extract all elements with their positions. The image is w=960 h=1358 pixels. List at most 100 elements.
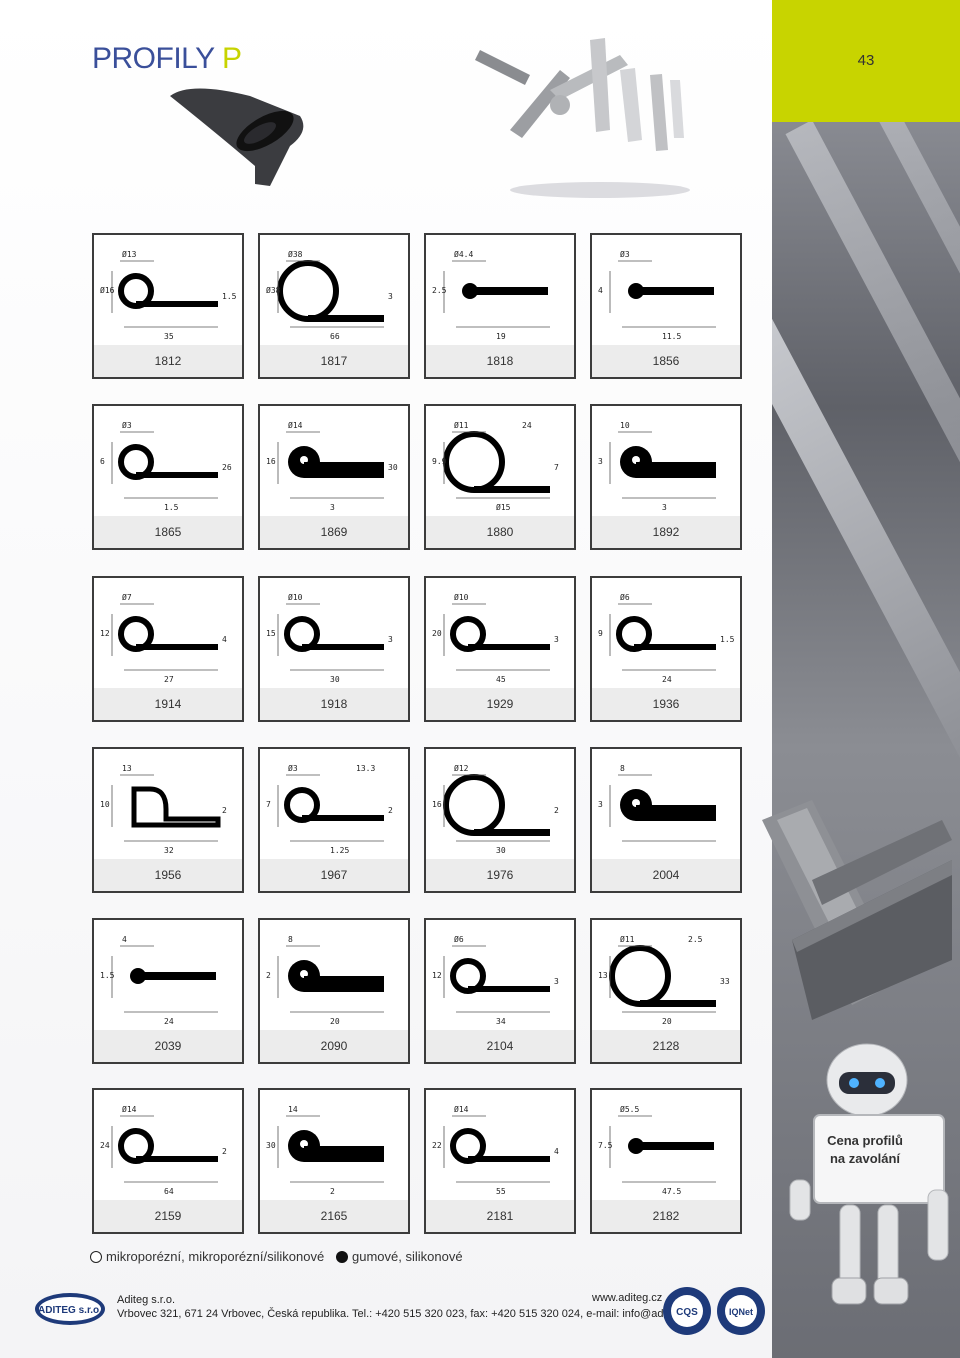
profile-cross-section: 4 1.5 24: [100, 935, 218, 1026]
profile-drawing: 14 30 2: [260, 1090, 408, 1202]
profile-cross-section: Ø5.5 7.5 47.5: [598, 1104, 716, 1196]
dimension-label: Ø14: [122, 1104, 137, 1114]
aditeg-logo: ADITEG s.r.o.: [35, 1293, 105, 1325]
dimension-label: 3: [388, 292, 393, 301]
profile-drawing: Ø14 24 64 2: [94, 1090, 242, 1202]
dimension-label: 24: [522, 421, 532, 430]
profile-card: Ø14 22 55 4 2181: [424, 1088, 576, 1234]
profile-cross-section: 14 30 2: [266, 1105, 384, 1196]
dimension-label: Ø6: [454, 934, 464, 944]
dimension-label: 3: [554, 635, 559, 644]
dimension-label: 7.5: [598, 1141, 613, 1150]
hero-profiles-group-image: [475, 38, 690, 198]
profile-drawing: Ø4.4 2.5 19: [426, 235, 574, 347]
profile-card: 13 10 32 2 1956: [92, 747, 244, 893]
profile-drawing: Ø6 9 24 1.5: [592, 578, 740, 690]
profile-code: 2181: [426, 1200, 574, 1232]
dimension-label: Ø15: [496, 502, 511, 512]
profile-code: 1865: [94, 516, 242, 548]
dimension-label: Ø14: [454, 1104, 469, 1114]
profile-cross-section: Ø38 Ø38 66 3: [266, 249, 393, 341]
profile-card: Ø12 16 30 2 1976: [424, 747, 576, 893]
profile-card: Ø5.5 7.5 47.5 2182: [590, 1088, 742, 1234]
profile-drawing: Ø11 13 20 33 2.5: [592, 920, 740, 1032]
dimension-label: 24: [100, 1141, 110, 1150]
profile-drawing: Ø12 16 30 2: [426, 749, 574, 861]
profile-cross-section: 13 10 32 2: [100, 764, 227, 855]
dimension-label: 4: [598, 286, 603, 295]
cqs-certificate-logo: CQS: [663, 1287, 711, 1335]
profile-code: 1818: [426, 345, 574, 377]
profile-card: Ø14 16 3 30 1869: [258, 404, 410, 550]
legend-solid: gumové, silikonové: [336, 1249, 463, 1264]
profile-cross-section: 8 2 20: [266, 935, 384, 1026]
legend-open: mikroporézní, mikroporézní/silikonové: [90, 1249, 324, 1264]
profile-drawing: 10 3 3: [592, 406, 740, 518]
dimension-label: 13: [122, 764, 132, 773]
profile-code: 2182: [592, 1200, 740, 1232]
profile-drawing: Ø10 20 45 3: [426, 578, 574, 690]
profile-card: Ø4.4 2.5 19 1818: [424, 233, 576, 379]
profile-card: Ø14 24 64 2 2159: [92, 1088, 244, 1234]
profile-code: 1936: [592, 688, 740, 720]
dimension-label: Ø5.5: [620, 1104, 639, 1114]
dimension-label: Ø14: [288, 420, 303, 430]
profile-drawing: Ø10 15 30 3: [260, 578, 408, 690]
dimension-label: Ø10: [454, 592, 469, 602]
dimension-label: 2: [222, 806, 227, 815]
dimension-label: 4: [122, 935, 127, 944]
profile-cross-section: Ø3 4 11.5: [598, 249, 716, 341]
dimension-label: 3: [662, 503, 667, 512]
profile-code: 2004: [592, 859, 740, 891]
profile-card: Ø11 9.9 Ø15 7 24 1880: [424, 404, 576, 550]
profile-card: Ø3 4 11.5 1856: [590, 233, 742, 379]
dimension-label: 30: [330, 675, 340, 684]
dimension-label: 9: [598, 629, 603, 638]
profile-drawing: Ø14 16 3 30: [260, 406, 408, 518]
profile-cross-section: Ø10 15 30 3: [266, 592, 393, 684]
dimension-label: 1.5: [100, 971, 115, 980]
product-photo-image: [762, 800, 952, 1020]
dimension-label: 4: [222, 635, 227, 644]
profile-cross-section: Ø14 22 55 4: [432, 1104, 559, 1196]
dimension-label: 3: [330, 503, 335, 512]
dimension-label: 1.25: [330, 846, 349, 855]
profile-cross-section: Ø6 9 24 1.5: [598, 592, 735, 684]
dimension-label: 2: [330, 1187, 335, 1196]
footer-website[interactable]: www.aditeg.cz: [592, 1292, 662, 1304]
profile-cross-section: Ø3 6 1.5 26: [100, 420, 232, 512]
profile-code: 1892: [592, 516, 740, 548]
dimension-label: 30: [496, 846, 506, 855]
profile-code: 1817: [260, 345, 408, 377]
profile-cross-section: Ø7 12 27 4: [100, 592, 227, 684]
profile-card: Ø3 7 1.25 2 13.3 1967: [258, 747, 410, 893]
profile-card: Ø6 9 24 1.5 1936: [590, 576, 742, 722]
page-number-box: 43: [772, 0, 960, 122]
profile-drawing: Ø6 12 34 3: [426, 920, 574, 1032]
dimension-label: 2: [554, 806, 559, 815]
dimension-label: Ø13: [122, 249, 137, 259]
profile-drawing: Ø7 12 27 4: [94, 578, 242, 690]
dimension-label: Ø7: [122, 592, 132, 602]
dimension-label: 7: [266, 800, 271, 809]
dimension-label: 8: [288, 935, 293, 944]
dimension-label: 9.9: [432, 457, 447, 466]
profile-card: Ø6 12 34 3 2104: [424, 918, 576, 1064]
dimension-label: 27: [164, 675, 174, 684]
profile-code: 1976: [426, 859, 574, 891]
profile-drawing: Ø3 7 1.25 2 13.3: [260, 749, 408, 861]
profile-card: Ø38 Ø38 66 3 1817: [258, 233, 410, 379]
dimension-label: 20: [662, 1017, 672, 1026]
dimension-label: Ø4.4: [454, 249, 473, 259]
dimension-label: 2: [266, 971, 271, 980]
profile-drawing: Ø3 6 1.5 26: [94, 406, 242, 518]
dimension-label: 16: [266, 457, 276, 466]
profile-card: Ø11 13 20 33 2.5 2128: [590, 918, 742, 1064]
profile-cross-section: Ø4.4 2.5 19: [432, 249, 550, 341]
profile-cross-section: Ø14 16 3 30: [266, 420, 398, 512]
dimension-label: 1.5: [720, 635, 735, 644]
dimension-label: 32: [164, 846, 174, 855]
dimension-label: 20: [330, 1017, 340, 1026]
profile-code: 2104: [426, 1030, 574, 1062]
logo-text: ADITEG s.r.o.: [38, 1305, 102, 1316]
